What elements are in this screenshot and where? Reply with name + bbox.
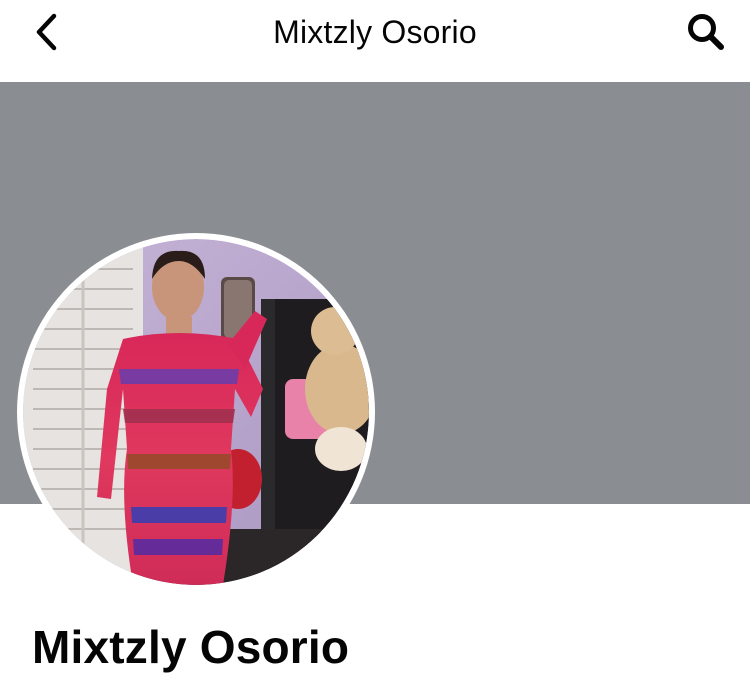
search-icon [688,14,724,50]
top-navigation-bar: Mixtzly Osorio [0,0,750,82]
avatar [23,239,369,585]
profile-picture[interactable] [17,233,375,591]
page-title: Mixtzly Osorio [273,14,477,50]
profile-name: Mixtzly Osorio [32,621,350,673]
search-button[interactable] [682,8,730,56]
profile-screen: Mixtzly Osorio Mixtzly Osorio [0,0,750,696]
